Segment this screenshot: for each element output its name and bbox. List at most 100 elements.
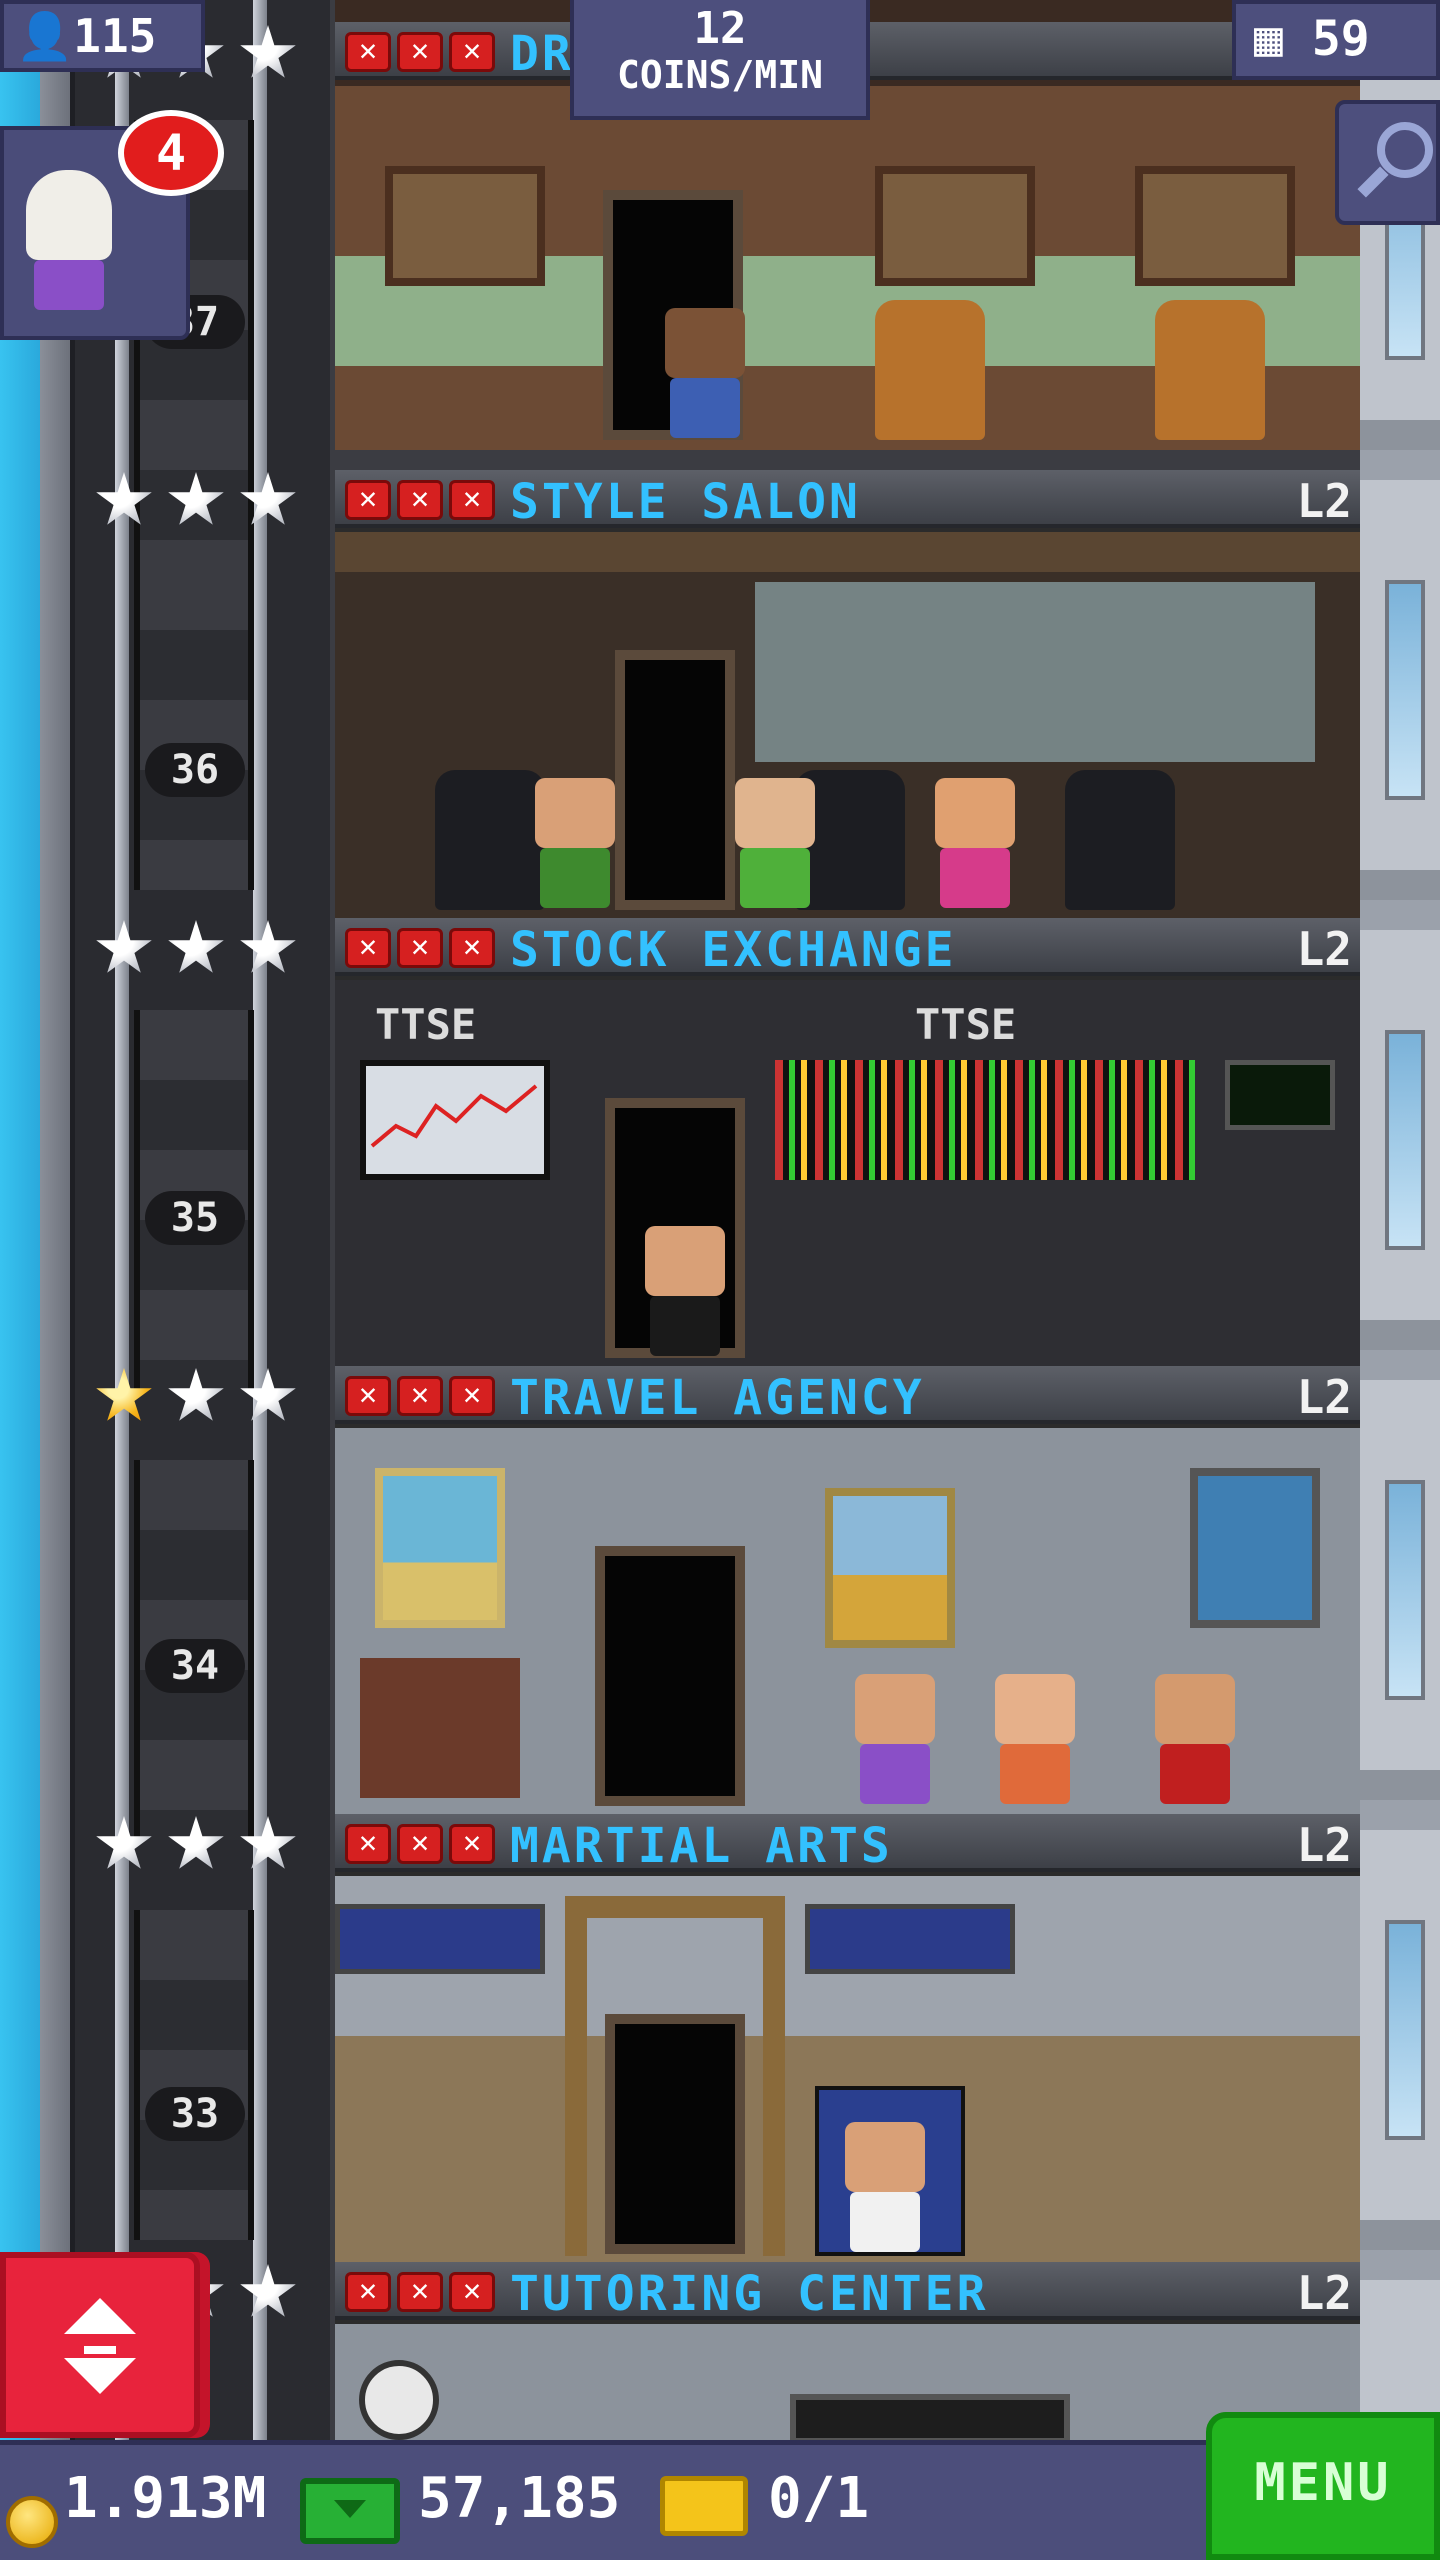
star-icon <box>240 1368 296 1421</box>
x-mark-icon: ✕ <box>449 2272 495 2312</box>
elevator-updown-icon <box>64 2298 136 2334</box>
floor-name: TRAVEL AGENCY <box>510 1370 925 1426</box>
floor-stars <box>95 472 297 530</box>
brochure-rack <box>360 1658 520 1798</box>
floor-stars <box>95 1368 297 1426</box>
floor-number: 35 <box>145 1191 245 1245</box>
floor-sign: ✕ ✕ ✕ MARTIAL ARTS L2 <box>335 1814 1360 1874</box>
wall-picture <box>875 166 1035 286</box>
floor-number: 33 <box>145 2087 245 2141</box>
star-icon <box>168 1816 224 1869</box>
x-mark-icon: ✕ <box>345 1376 391 1416</box>
facade-window <box>1385 1920 1425 2140</box>
status-marks: ✕ ✕ ✕ <box>345 2272 495 2312</box>
bitizen[interactable] <box>935 778 1015 908</box>
x-mark-icon: ✕ <box>397 32 443 72</box>
shaft-rail-left <box>115 0 129 2440</box>
x-mark-icon: ✕ <box>345 480 391 520</box>
bitizen[interactable] <box>645 1226 725 1356</box>
floor-martial-arts[interactable]: ✕ ✕ ✕ MARTIAL ARTS L2 <box>335 1814 1360 2264</box>
floor-tutoring-center[interactable]: ✕ ✕ ✕ TUTORING CENTER L2 <box>335 2262 1360 2444</box>
x-mark-icon: ✕ <box>345 928 391 968</box>
wall-picture <box>385 166 545 286</box>
elevator-button[interactable] <box>0 2252 200 2438</box>
status-marks: ✕ ✕ ✕ <box>345 928 495 968</box>
coins-rate-unit: COINS/MIN <box>617 53 823 97</box>
coins-rate-value: 12 <box>693 3 747 54</box>
star-icon <box>240 920 296 973</box>
menu-button[interactable]: MENU <box>1206 2412 1440 2560</box>
bux-value[interactable]: 57,185 <box>418 2466 620 2531</box>
salon-chair <box>1065 770 1175 910</box>
floor-level: L2 <box>1296 2266 1352 2320</box>
floor-level: L2 <box>1296 1370 1352 1424</box>
x-mark-icon: ✕ <box>397 1824 443 1864</box>
floor-travel-agency[interactable]: ✕ ✕ ✕ TRAVEL AGENCY L2 <box>335 1366 1360 1816</box>
ttse-sign: TTSE <box>915 1000 1017 1049</box>
floor-name: DR <box>510 26 574 82</box>
elevator-car-lower <box>134 560 254 890</box>
door <box>595 1546 745 1806</box>
star-icon <box>168 1368 224 1421</box>
x-mark-icon: ✕ <box>449 1824 495 1864</box>
building-icon: ▦ <box>1254 11 1283 67</box>
floor-interior <box>335 1428 1360 1816</box>
floor-interior <box>335 1876 1360 2264</box>
floor-name: MARTIAL ARTS <box>510 1818 893 1874</box>
facade-window <box>1385 1480 1425 1700</box>
elevator-down-arrow <box>64 2358 136 2394</box>
floor-count-value: 59 <box>1311 11 1370 67</box>
floor-style-salon[interactable]: ✕ ✕ ✕ STYLE SALON L2 <box>335 470 1360 920</box>
bitizen[interactable] <box>855 1674 935 1804</box>
star-icon <box>240 1816 296 1869</box>
floor-interior <box>335 86 1360 450</box>
zoom-out-icon <box>1377 122 1433 178</box>
bitizen[interactable] <box>995 1674 1075 1804</box>
floor-stars <box>95 1816 297 1874</box>
stock-chart-screen <box>360 1060 550 1180</box>
banner <box>335 1904 545 1974</box>
visitor-avatar <box>26 170 112 320</box>
zoom-handle <box>1357 166 1389 198</box>
x-mark-icon: ✕ <box>345 32 391 72</box>
x-mark-icon: ✕ <box>345 1824 391 1864</box>
star-icon <box>168 920 224 973</box>
floor-sign: ✕ ✕ ✕ STOCK EXCHANGE L2 <box>335 918 1360 978</box>
coins-rate-panel: 12 COINS/MIN <box>570 0 870 120</box>
floor-stock-exchange[interactable]: ✕ ✕ ✕ STOCK EXCHANGE L2 TTSE TTSE <box>335 918 1360 1368</box>
gold-star-icon <box>96 1368 152 1421</box>
coins-value[interactable]: 1.913M <box>64 2466 266 2531</box>
tickets-value[interactable]: 0/1 <box>768 2466 869 2531</box>
star-icon <box>96 1816 152 1869</box>
clock-icon <box>359 2360 439 2440</box>
floor-counter[interactable]: ▦ 59 <box>1232 0 1440 80</box>
facade-window <box>1385 580 1425 800</box>
floor-interior: TTSE TTSE <box>335 980 1360 1368</box>
bitizen[interactable] <box>845 2122 925 2252</box>
stock-ticker-boards <box>775 1060 1195 1180</box>
floor-sign: ✕ ✕ ✕ TUTORING CENTER L2 <box>335 2262 1360 2322</box>
zoom-out-button[interactable] <box>1335 100 1440 225</box>
floor-name: STYLE SALON <box>510 474 861 530</box>
x-mark-icon: ✕ <box>397 928 443 968</box>
stock-monitor <box>1225 1060 1335 1130</box>
bitizen[interactable] <box>535 778 615 908</box>
floor-name: STOCK EXCHANGE <box>510 922 957 978</box>
floor-level: L2 <box>1296 1818 1352 1872</box>
x-mark-icon: ✕ <box>397 2272 443 2312</box>
travel-poster <box>375 1468 505 1628</box>
bitizen[interactable] <box>735 778 815 908</box>
x-mark-icon: ✕ <box>397 1376 443 1416</box>
floor-number: 36 <box>145 743 245 797</box>
status-marks: ✕ ✕ ✕ <box>345 480 495 520</box>
stock-line-graphic <box>370 1084 538 1148</box>
bitizen[interactable] <box>665 308 745 438</box>
star-icon <box>240 25 296 78</box>
population-counter[interactable]: 👤115 <box>0 0 205 72</box>
elevator-car-lower-4 <box>134 1910 254 2240</box>
chalkboard <box>790 2394 1070 2444</box>
floor-name: TUTORING CENTER <box>510 2266 989 2322</box>
wall-picture <box>1135 166 1295 286</box>
bitizen[interactable] <box>1155 1674 1235 1804</box>
star-icon <box>240 2264 296 2317</box>
